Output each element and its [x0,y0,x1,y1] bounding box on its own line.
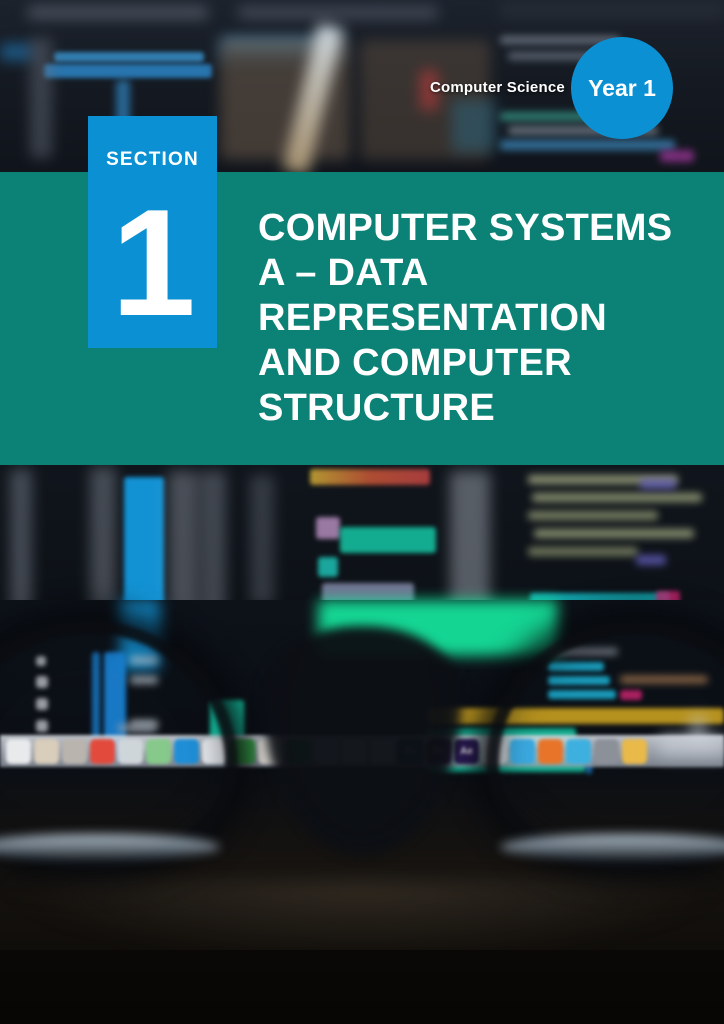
section-number: 1 [111,178,196,348]
section-block: SECTION 1 [88,116,217,348]
section-label: SECTION [106,149,199,170]
page-title: COMPUTER SYSTEMS A – DATA REPRESENTATION… [258,207,673,429]
right-lens [486,620,724,870]
year-badge-label: Year 1 [588,74,656,101]
section-cover-page: PsPrAe Computer Science Year 1 SECTION 1… [0,0,724,1024]
subject-label: Computer Science [430,79,565,96]
bottom-navigation [0,968,724,1008]
year-badge: Year 1 [571,37,673,139]
glasses-bridge [262,626,462,856]
left-lens [0,620,238,870]
